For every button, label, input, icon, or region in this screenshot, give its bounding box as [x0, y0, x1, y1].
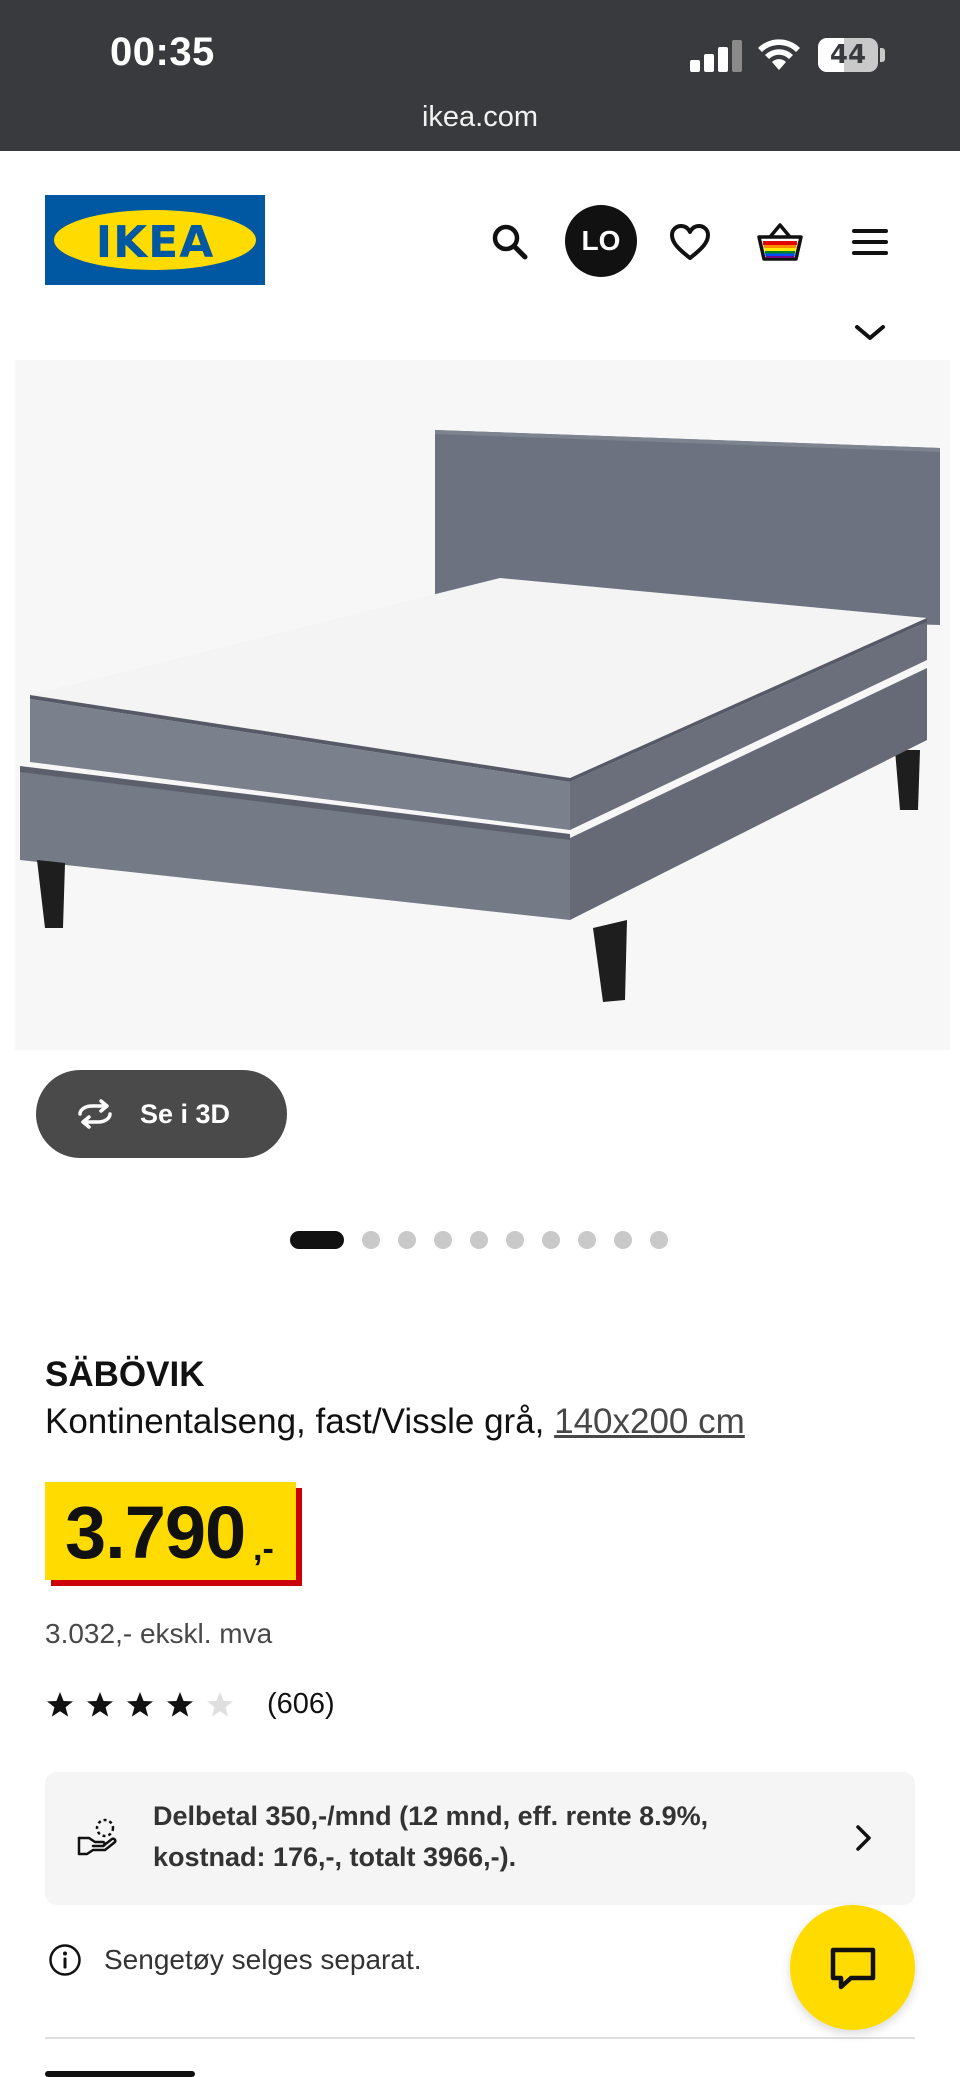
expand-button[interactable] — [845, 315, 895, 351]
menu-button[interactable] — [842, 214, 898, 270]
user-avatar[interactable]: LO — [565, 205, 637, 277]
image-pagination[interactable] — [290, 1230, 686, 1250]
pagination-dot[interactable] — [542, 1231, 560, 1249]
product-description: Kontinentalseng, fast/Vissle grå, 140x20… — [45, 1402, 745, 1442]
heart-icon — [670, 224, 710, 260]
menu-icon — [852, 229, 888, 255]
signal-icon — [690, 40, 742, 72]
address-bar[interactable]: ikea.com — [0, 101, 960, 134]
ikea-logo[interactable]: IKEA — [45, 195, 265, 285]
review-count[interactable]: (606) — [267, 1688, 335, 1721]
price-amount: 3.790 — [65, 1491, 246, 1574]
battery-percent: 44 — [829, 40, 867, 70]
rotate-3d-icon — [78, 1099, 112, 1129]
view-3d-label: Se i 3D — [140, 1098, 231, 1129]
chat-icon — [830, 1947, 875, 1989]
product-size-link[interactable]: 140x200 cm — [554, 1402, 745, 1441]
price-ex-vat: 3.032,- ekskl. mva — [45, 1618, 273, 1649]
pagination-dot[interactable] — [506, 1231, 524, 1249]
pagination-dot[interactable] — [398, 1231, 416, 1249]
pagination-dot[interactable] — [650, 1231, 668, 1249]
pagination-dot[interactable] — [614, 1231, 632, 1249]
section-divider — [45, 2037, 915, 2039]
wifi-icon — [758, 39, 800, 70]
view-3d-button[interactable]: Se i 3D — [36, 1070, 287, 1158]
basket-icon — [757, 223, 803, 261]
pagination-dot[interactable] — [470, 1231, 488, 1249]
chevron-right-icon — [856, 1825, 871, 1851]
search-button[interactable] — [482, 214, 538, 270]
battery-tip — [880, 48, 885, 62]
star-filled-icon — [127, 1691, 153, 1717]
price-tag: 3.790 ,- — [45, 1482, 302, 1586]
payment-hand-icon — [77, 1818, 117, 1856]
next-section-heading — [45, 2062, 195, 2077]
product-type: Kontinentalseng, fast/Vissle grå, — [45, 1402, 555, 1441]
search-icon — [492, 224, 528, 260]
product-name: SÄBÖVIK — [45, 1355, 205, 1394]
installment-offer[interactable]: Delbetal 350,-/mnd (12 mnd, eff. rente 8… — [45, 1772, 915, 1905]
star-filled-icon — [87, 1691, 113, 1717]
bedding-notice: Sengetøy selges separat. — [48, 1943, 422, 1977]
rating-row[interactable]: (606) — [45, 1688, 335, 1721]
bedding-notice-text: Sengetøy selges separat. — [104, 1944, 422, 1975]
pagination-dot[interactable] — [578, 1231, 596, 1249]
price-suffix: ,- — [253, 1530, 274, 1568]
bed-illustration — [20, 430, 940, 1002]
pagination-dot[interactable] — [290, 1231, 344, 1249]
logo-text: IKEA — [95, 217, 215, 268]
info-icon — [49, 1944, 81, 1976]
star-filled-icon — [167, 1691, 193, 1717]
pagination-dot[interactable] — [434, 1231, 452, 1249]
favorites-button[interactable] — [662, 214, 718, 270]
clock: 00:35 — [110, 30, 215, 74]
product-image[interactable] — [15, 360, 950, 1050]
star-filled-icon — [47, 1691, 73, 1717]
battery-icon: 44 — [818, 38, 878, 72]
chat-button[interactable] — [790, 1905, 915, 2030]
status-bar: 00:35 44 ikea.com — [0, 0, 960, 151]
star-empty-icon — [207, 1691, 233, 1717]
chevron-down-icon — [855, 325, 885, 340]
installment-text: Delbetal 350,-/mnd (12 mnd, eff. rente 8… — [153, 1801, 709, 1872]
pagination-dot[interactable] — [362, 1231, 380, 1249]
cart-button[interactable] — [752, 214, 808, 270]
